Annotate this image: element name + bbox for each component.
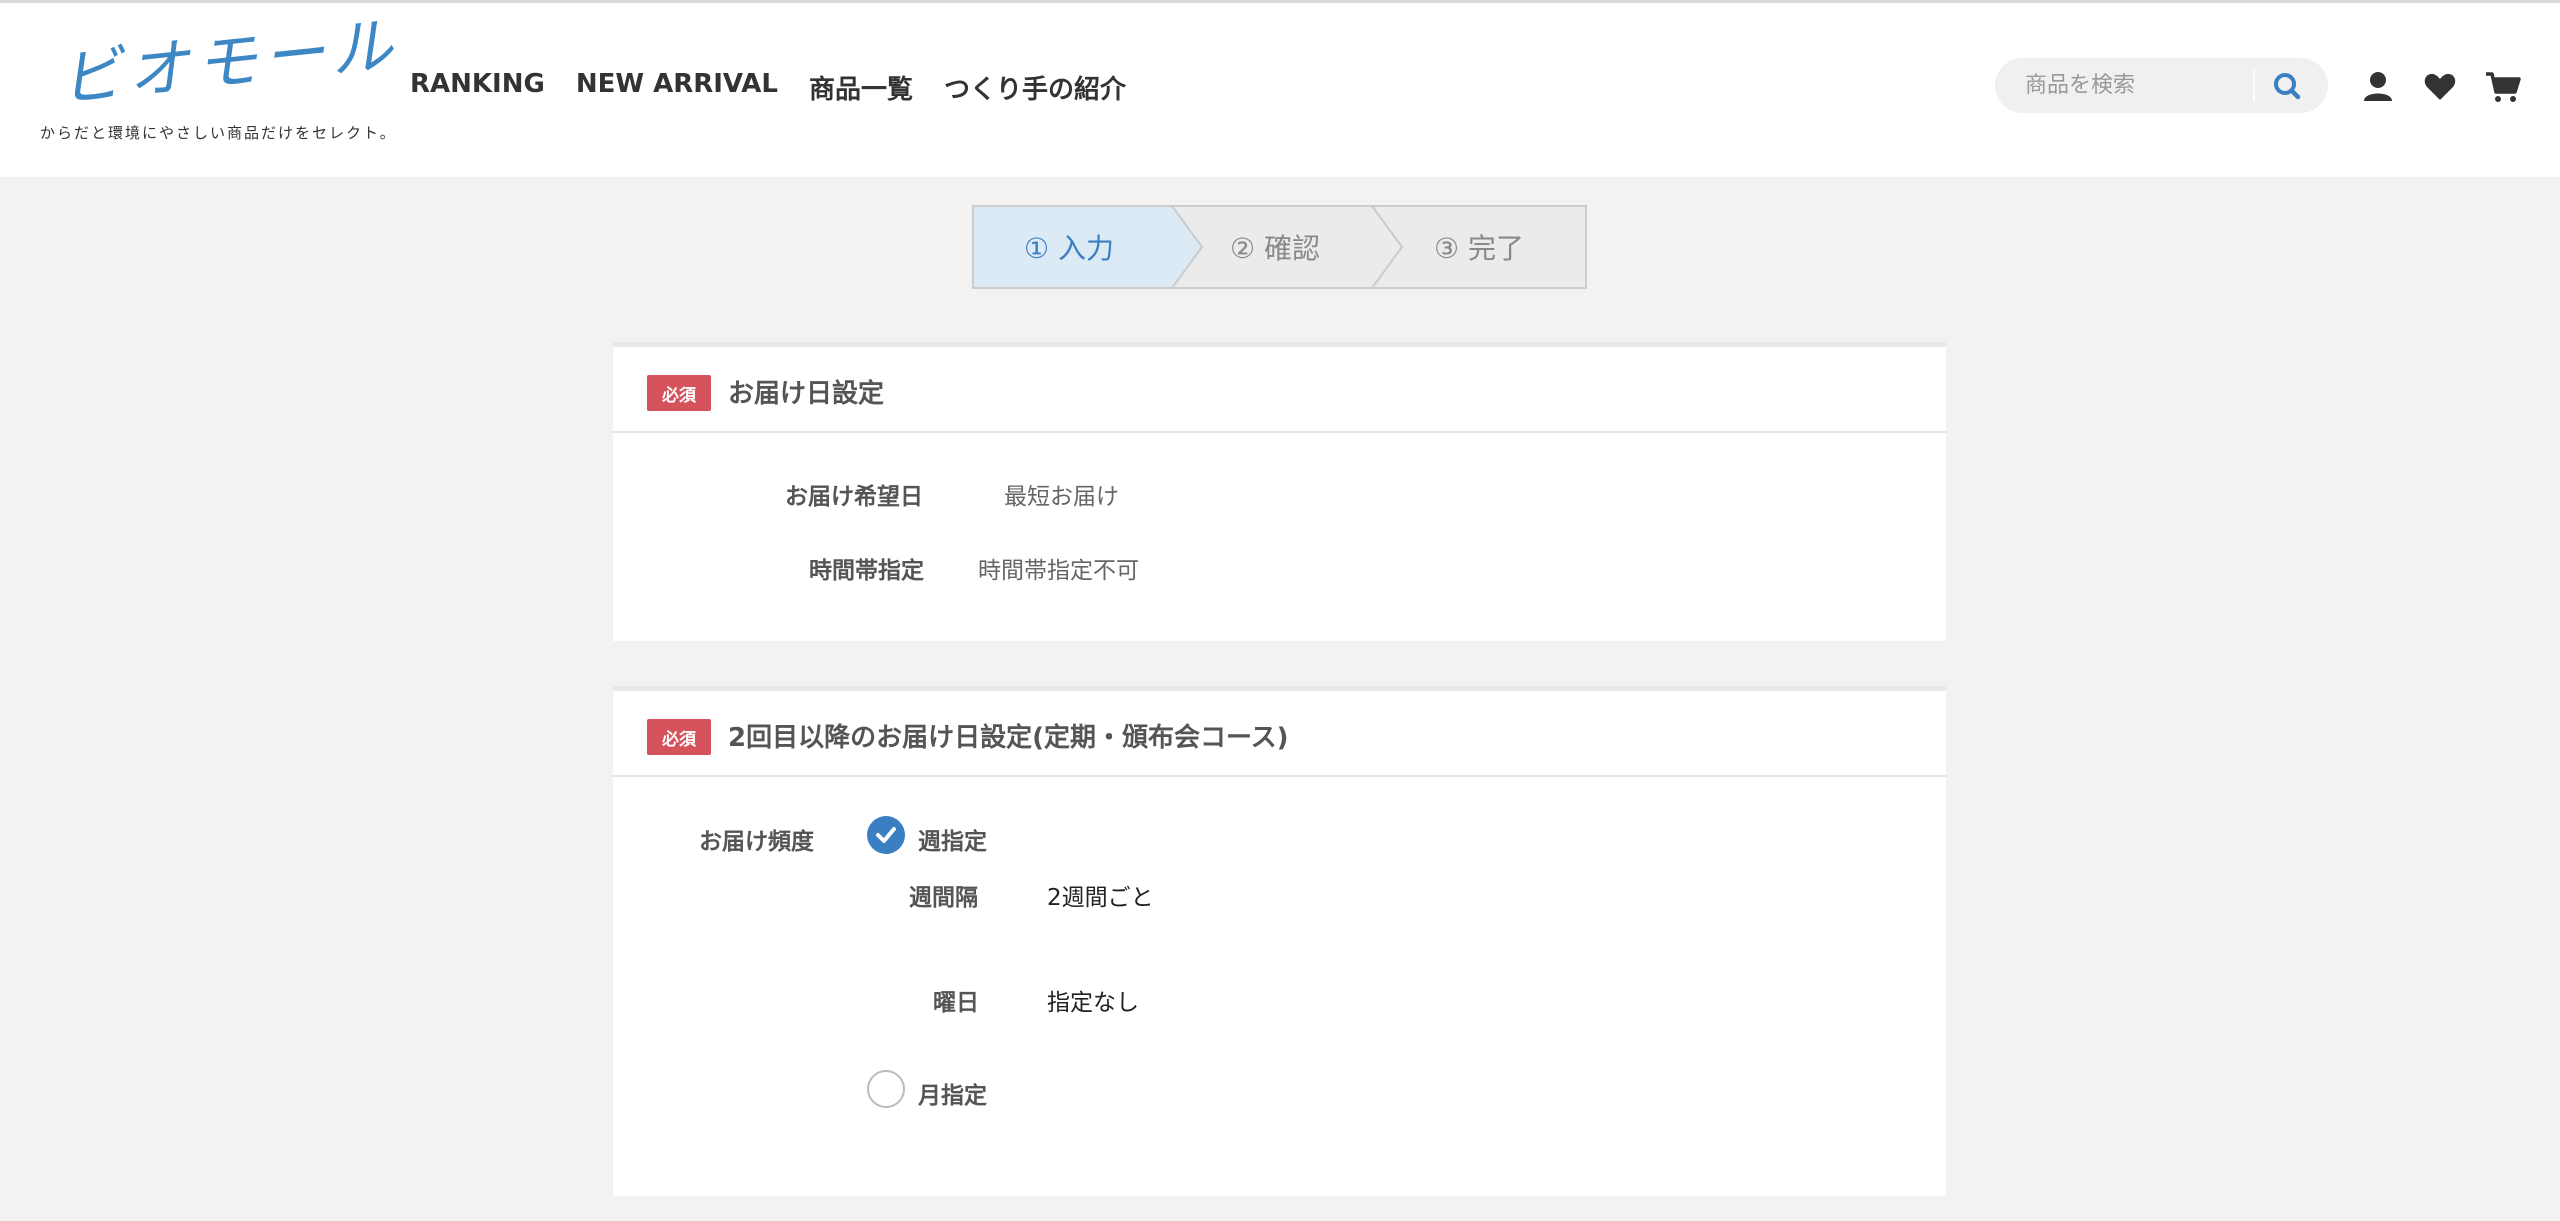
- logo-tagline: からだと環境にやさしい商品だけをセレクト。: [40, 124, 397, 142]
- global-nav: RANKING NEW ARRIVAL 商品一覧 つくり手の紹介: [410, 69, 1126, 106]
- nav-makers[interactable]: つくり手の紹介: [944, 69, 1126, 106]
- desired-date-value: 最短お届け: [1004, 484, 1119, 510]
- nav-ranking[interactable]: RANKING: [410, 69, 545, 106]
- step-complete-label: ③ 完了: [1434, 232, 1525, 265]
- logo-wordmark: ビオモール: [56, 7, 402, 117]
- frequency-label: お届け頻度: [699, 829, 814, 855]
- step-confirm-label: ② 確認: [1230, 232, 1321, 265]
- monthly-radio[interactable]: [867, 1070, 905, 1108]
- nav-products[interactable]: 商品一覧: [809, 69, 913, 106]
- subscription-header: 必須 2回目以降のお届け日設定(定期・頒布会コース): [613, 691, 1946, 777]
- step-input: ① 入力: [1024, 205, 1114, 289]
- search-icon: [2274, 73, 2301, 100]
- site-logo[interactable]: ビオモール からだと環境にやさしい商品だけをセレクト。: [36, 8, 402, 147]
- checkout-steps: ① 入力 ② 確認 ③ 完了: [972, 205, 1587, 289]
- site-header: ビオモール からだと環境にやさしい商品だけをセレクト。 RANKING NEW …: [0, 3, 2560, 177]
- weekly-option-label[interactable]: 週指定: [918, 822, 987, 856]
- weekday-label: 曜日: [933, 990, 979, 1016]
- desired-date-label: お届け希望日: [785, 484, 923, 510]
- search-button[interactable]: [2265, 66, 2309, 106]
- week-interval-label: 週間隔: [909, 885, 978, 911]
- search-box: [1995, 58, 2328, 113]
- search-divider: [2253, 70, 2255, 101]
- weekly-radio[interactable]: [867, 816, 905, 854]
- monthly-option-label[interactable]: 月指定: [918, 1076, 987, 1110]
- required-badge: 必須: [647, 375, 711, 411]
- step-complete: ③ 完了: [1434, 205, 1524, 289]
- time-slot-value: 時間帯指定不可: [978, 558, 1139, 584]
- nav-new-arrival[interactable]: NEW ARRIVAL: [576, 69, 778, 106]
- time-slot-label: 時間帯指定: [809, 558, 924, 584]
- required-badge: 必須: [647, 719, 711, 755]
- heart-icon[interactable]: [2420, 67, 2460, 107]
- step-confirm: ② 確認: [1230, 205, 1320, 289]
- search-input[interactable]: [2025, 68, 2245, 103]
- weekday-value[interactable]: 指定なし: [1047, 983, 1139, 1017]
- step-input-label: ① 入力: [1024, 232, 1115, 265]
- subscription-delivery-section: 必須 2回目以降のお届け日設定(定期・頒布会コース) お届け頻度 週指定 週間隔…: [613, 686, 1946, 1196]
- cart-icon[interactable]: [2483, 67, 2523, 107]
- section-title: お届け日設定: [728, 379, 885, 409]
- section-title: 2回目以降のお届け日設定(定期・頒布会コース): [728, 723, 1289, 753]
- week-interval-value[interactable]: 2週間ごと: [1047, 878, 1154, 912]
- delivery-date-section: 必須 お届け日設定 お届け希望日 最短お届け 時間帯指定 時間帯指定不可: [613, 342, 1946, 641]
- user-icon[interactable]: [2358, 67, 2398, 107]
- check-icon: [876, 827, 896, 843]
- delivery-date-header: 必須 お届け日設定: [613, 347, 1946, 433]
